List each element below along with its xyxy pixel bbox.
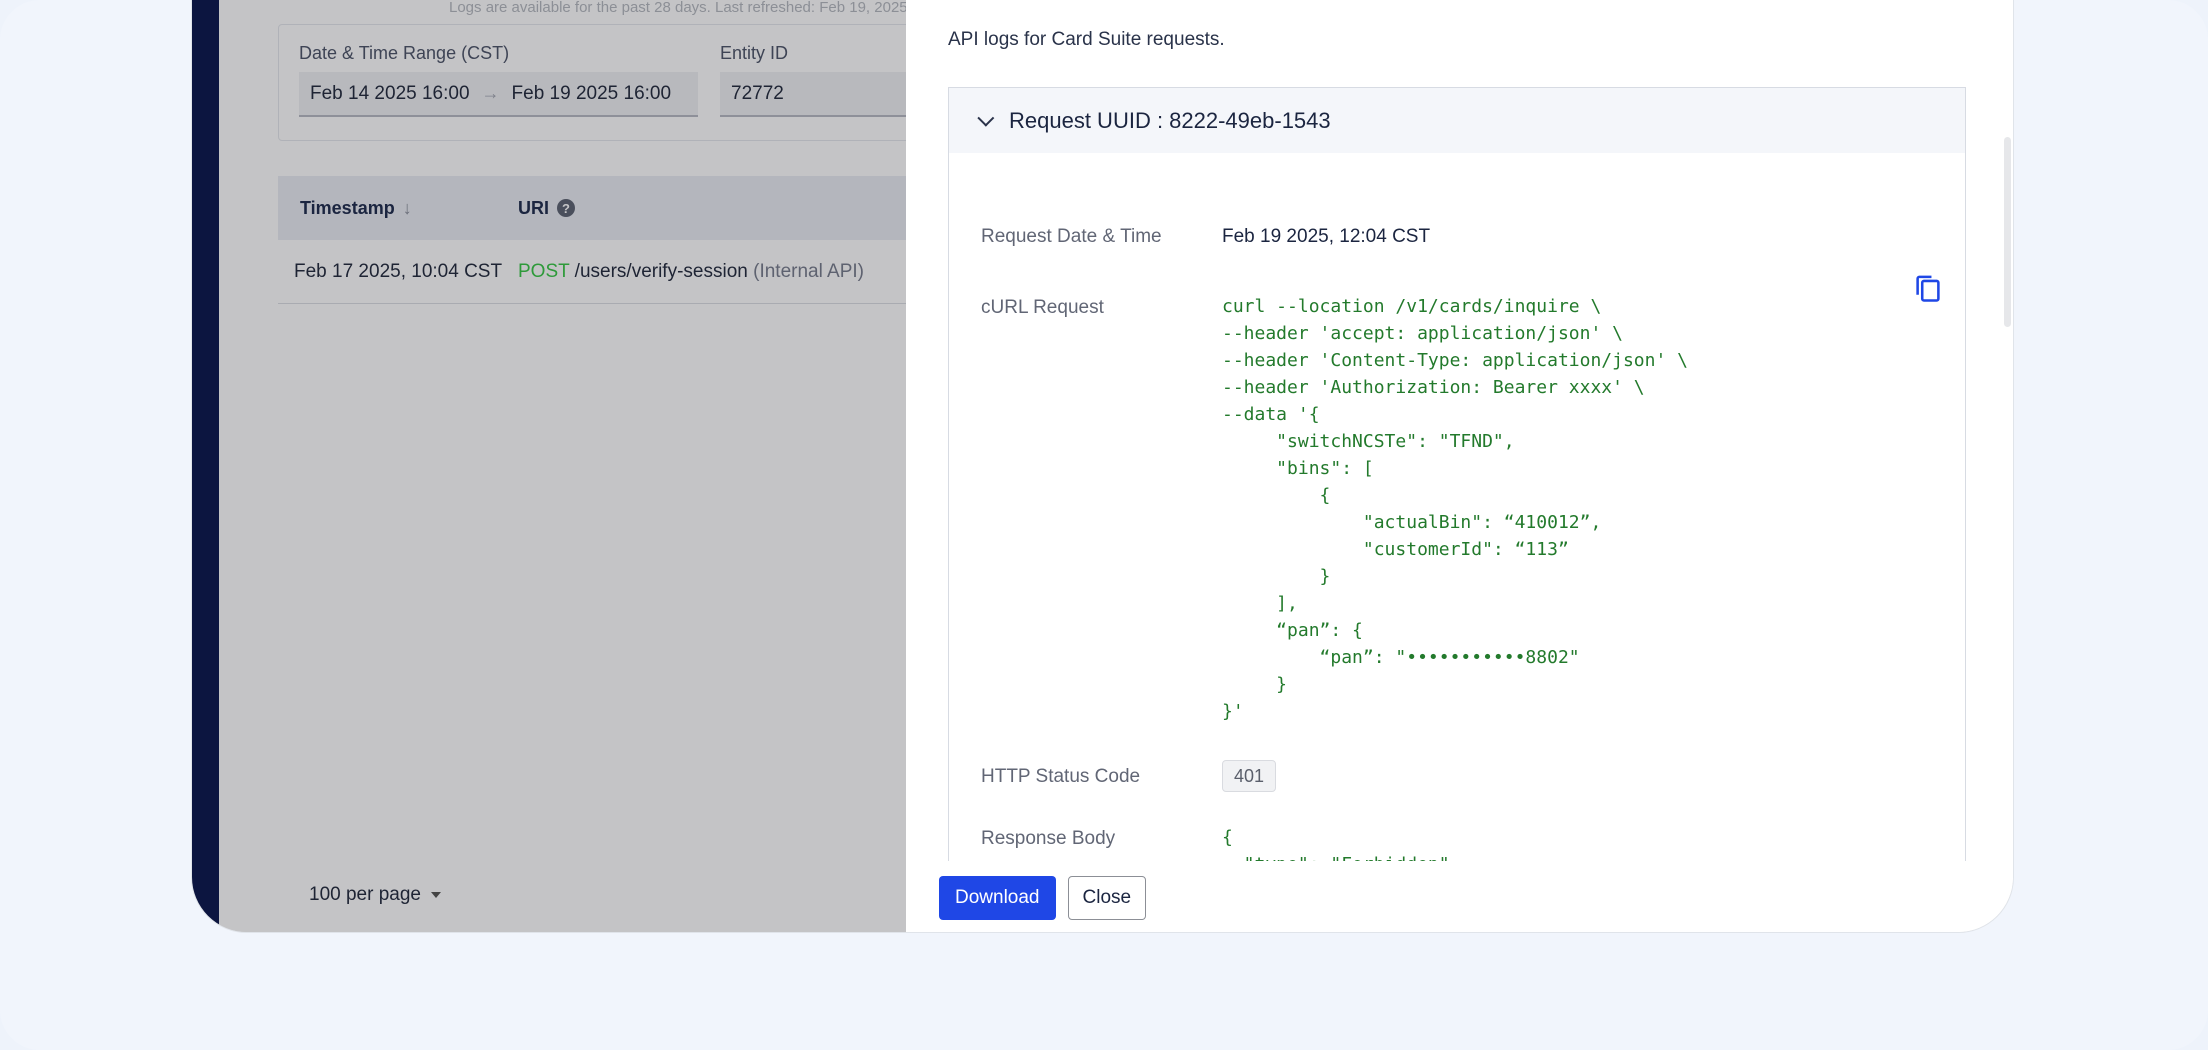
timestamp-column-header[interactable]: Timestamp ↓ [300,198,412,219]
row-path: /users/verify-session [574,261,748,282]
curl-line: --header 'Content-Type: application/json… [1222,350,1688,371]
date-range-input[interactable]: Feb 14 2025 16:00 → Feb 19 2025 16:00 [299,72,698,117]
date-range-label: Date & Time Range (CST) [299,43,510,63]
row-timestamp: Feb 17 2025, 10:04 CST [294,261,503,282]
curl-line: } [1222,674,1288,695]
curl-line: curl --location /v1/cards/inquire \ [1222,296,1602,317]
curl-line: ], [1222,593,1298,614]
table-row[interactable]: Feb 17 2025, 10:04 CST POST /users/verif… [278,240,978,304]
api-log-drawer: API logs for Card Suite requests. Reques… [906,0,2013,932]
response-line: { [1222,827,1233,848]
curl-line: --header 'Authorization: Bearer xxxx' \ [1222,377,1645,398]
copy-icon[interactable] [1914,274,1942,304]
accordion-header[interactable]: Request UUID : 8222-49eb-1543 [949,88,1965,153]
row-method: POST [518,261,570,282]
date-range-end: Feb 19 2025 16:00 [511,82,672,104]
uri-header-label: URI [518,197,549,218]
download-button[interactable]: Download [939,875,1056,920]
curl-line: "customerId": “113” [1222,539,1569,560]
close-button[interactable]: Close [1067,875,1147,920]
chevron-down-icon [977,109,995,127]
curl-line: “pan”: { [1222,620,1363,641]
request-date-value: Feb 19 2025, 12:04 CST [1222,226,1431,247]
drawer-scrollbar[interactable] [2004,137,2011,327]
curl-line: "switchNCSTe": "TFND", [1222,431,1515,452]
sort-down-arrow-icon: ↓ [402,197,412,218]
response-body-label: Response Body [981,828,1116,849]
device-frame: Logs are available for the past 28 days.… [191,0,2014,933]
timestamp-header-label: Timestamp [300,197,395,218]
http-status-label: HTTP Status Code [981,766,1141,787]
row-uri: POST /users/verify-session (Internal API… [518,261,864,283]
caret-down-icon [431,892,441,898]
request-date-label: Request Date & Time [981,226,1162,247]
per-page-value: 100 per page [309,884,421,905]
uri-column-header: URI ? [518,198,575,219]
curl-line: “pan”: "•••••••••••8802" [1222,647,1580,668]
outer-frame: Logs are available for the past 28 days.… [0,0,2208,1050]
entity-id-label: Entity ID [720,43,789,63]
request-uuid-title: Request UUID : 8222-49eb-1543 [1009,107,1331,133]
row-note: (Internal API) [753,261,865,282]
curl-line: "actualBin": “410012”, [1222,512,1602,533]
curl-line: { [1222,485,1331,506]
arrow-right-icon: → [481,83,500,103]
request-accordion: Request UUID : 8222-49eb-1543 Request Da… [948,87,1966,887]
status-badge: 401 [1222,760,1277,792]
table-header: Timestamp ↓ URI ? [278,176,978,240]
curl-line: --header 'accept: application/json' \ [1222,323,1623,344]
curl-request-label: cURL Request [981,297,1104,318]
curl-line: --data '{ [1222,404,1320,425]
curl-request-code: curl --location /v1/cards/inquire \ --hea… [1222,293,1688,725]
curl-line: "bins": [ [1222,458,1374,479]
date-range-start: Feb 14 2025 16:00 [310,82,470,104]
per-page-select[interactable]: 100 per page [309,884,441,906]
side-nav-strip [192,0,219,932]
curl-line: } [1222,566,1331,587]
curl-line: }' [1222,701,1244,722]
drawer-description: API logs for Card Suite requests. [948,29,1225,50]
help-icon[interactable]: ? [557,199,575,217]
drawer-footer: Download Close [906,861,2013,932]
